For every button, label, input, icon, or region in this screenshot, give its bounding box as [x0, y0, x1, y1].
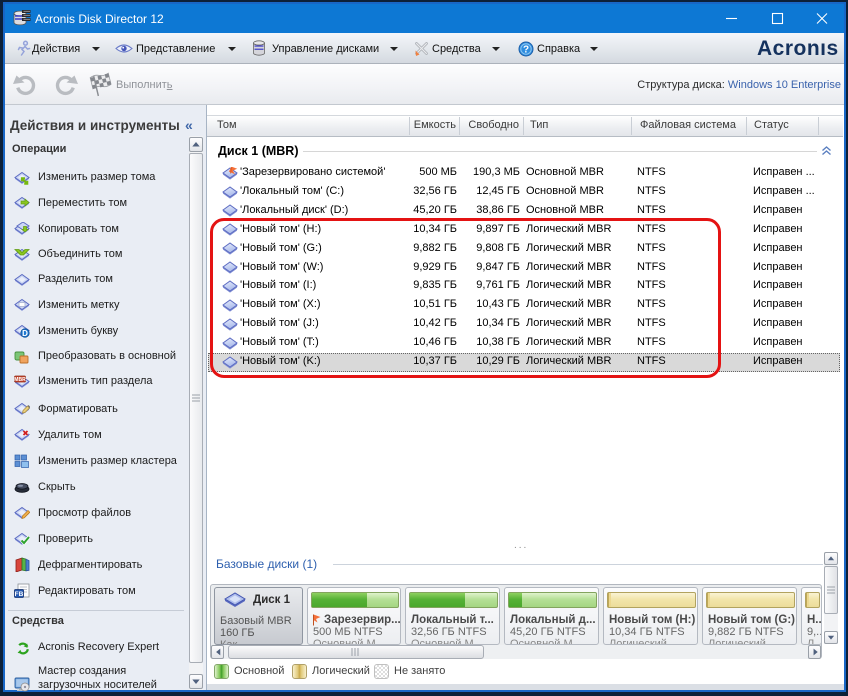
- svg-text:D: D: [22, 329, 28, 338]
- svg-text:MBR: MBR: [14, 377, 26, 383]
- svg-text:?: ?: [523, 45, 529, 56]
- svg-text:FB: FB: [15, 591, 24, 598]
